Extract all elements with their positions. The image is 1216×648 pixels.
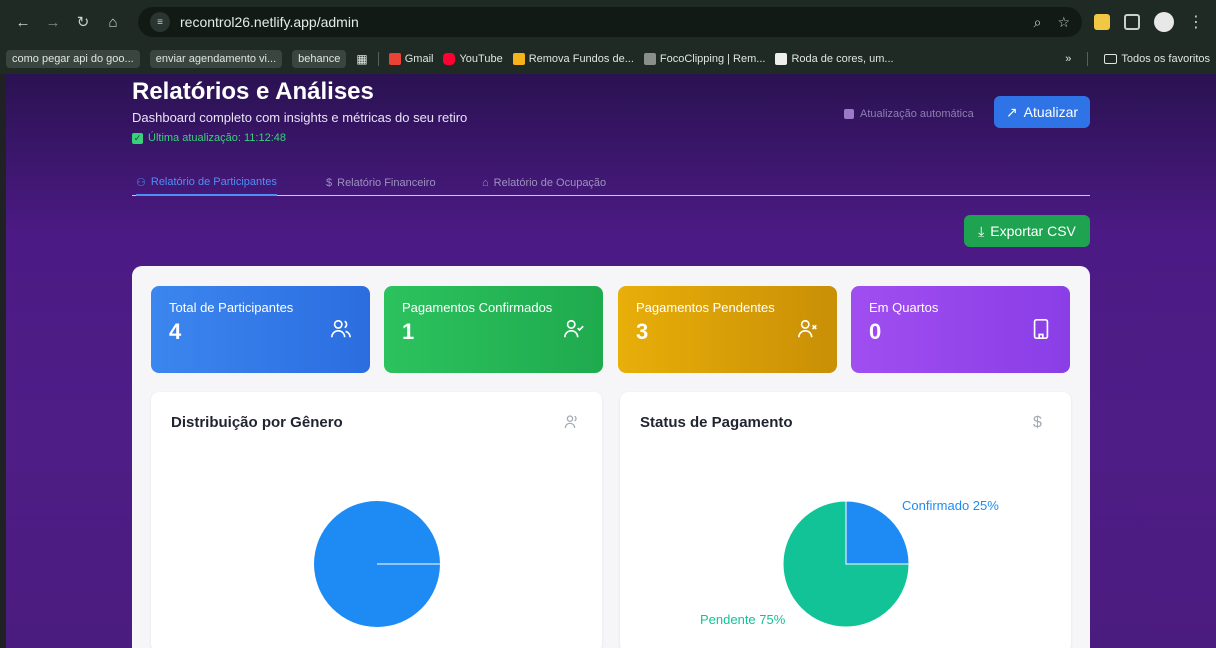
- download-icon: ⤓: [978, 222, 985, 239]
- admin-page: Relatórios e Análises Dashboard completo…: [6, 74, 1216, 648]
- bookmark-item[interactable]: Gmail: [388, 53, 433, 65]
- payment-status-card: Status de Pagamento $ Confirmado 25% Pen…: [620, 392, 1071, 648]
- tab-participants[interactable]: ⚇ Relatório de Participantes: [136, 170, 277, 196]
- apps-grid-icon[interactable]: ▦: [356, 52, 367, 66]
- dollar-icon: $: [326, 177, 333, 189]
- stat-value: 0: [869, 319, 882, 344]
- check-icon: ✓: [132, 132, 143, 144]
- gender-distribution-card: Distribuição por Gênero Não informado 10…: [151, 392, 602, 648]
- url-text: recontrol26.netlify.app/admin: [180, 14, 359, 30]
- report-tabs: ⚇ Relatório de Participantes $ Relatório…: [132, 170, 1090, 196]
- folder-icon: [1104, 54, 1118, 64]
- page-title: Relatórios e Análises: [132, 78, 374, 105]
- stat-card-pending: Pagamentos Pendentes 3: [618, 286, 837, 373]
- bookmark-item[interactable]: Remova Fundos de...: [512, 53, 634, 65]
- tab-occupancy[interactable]: ⌂ Relatório de Ocupação: [482, 170, 606, 196]
- gmail-icon: [388, 53, 401, 65]
- stat-card-rooms: Em Quartos 0: [851, 286, 1070, 373]
- pie-slice-confirmed: [845, 500, 910, 565]
- payment-pie-chart: [782, 500, 910, 628]
- stat-value: 1: [402, 319, 415, 344]
- tab-financial[interactable]: $ Relatório Financeiro: [326, 170, 436, 196]
- color-wheel-icon: [775, 53, 788, 65]
- home-icon: ⌂: [482, 177, 489, 189]
- bookmark-item[interactable]: YouTube: [443, 53, 503, 65]
- bookmark-item[interactable]: Roda de cores, um...: [775, 53, 894, 65]
- stat-label: Total de Participantes: [169, 300, 294, 315]
- bookmark-item[interactable]: FocoClipping | Rem...: [643, 53, 765, 65]
- back-icon[interactable]: ←: [12, 11, 34, 33]
- extension-icon[interactable]: [1094, 14, 1110, 30]
- stat-label: Pagamentos Confirmados: [402, 300, 553, 315]
- stat-label: Em Quartos: [869, 300, 939, 315]
- refresh-button[interactable]: ↗ Atualizar: [994, 96, 1090, 128]
- stat-value: 4: [169, 319, 182, 344]
- trending-up-icon: ↗: [1005, 103, 1018, 120]
- auto-update-toggle[interactable]: Atualização automática: [844, 108, 974, 120]
- stat-value: 3: [636, 319, 649, 344]
- divider: [377, 52, 379, 66]
- stat-label: Pagamentos Pendentes: [636, 300, 775, 315]
- zoom-icon[interactable]: ⌕: [1034, 14, 1042, 31]
- users-icon: ⚇: [136, 176, 146, 189]
- last-update-status: ✓ Última atualização: 11:12:48: [132, 132, 286, 144]
- forward-icon[interactable]: →: [42, 11, 64, 33]
- bookmarks-overflow-icon[interactable]: »: [1065, 53, 1071, 65]
- fococlipping-icon: [643, 53, 656, 65]
- bookmark-item[interactable]: behance: [292, 50, 347, 68]
- all-favorites-folder[interactable]: Todos os favoritos: [1104, 53, 1210, 65]
- browser-toolbar: ← → ↻ ⌂ ≡ recontrol26.netlify.app/admin …: [0, 0, 1216, 44]
- user-check-icon: [564, 319, 584, 338]
- bookmark-star-icon[interactable]: ☆: [1057, 14, 1070, 31]
- remove-bg-icon: [512, 53, 525, 65]
- site-settings-icon[interactable]: ≡: [150, 12, 170, 32]
- export-csv-button[interactable]: ⤓ Exportar CSV: [964, 215, 1090, 247]
- bookmark-item[interactable]: enviar agendamento vi...: [149, 50, 283, 68]
- stat-card-confirmed: Pagamentos Confirmados 1: [384, 286, 603, 373]
- home-icon[interactable]: ⌂: [102, 11, 124, 33]
- extensions-puzzle-icon[interactable]: [1124, 14, 1140, 30]
- user-x-icon: [798, 319, 817, 338]
- building-icon: [1033, 319, 1049, 339]
- gender-pie-chart: [314, 501, 440, 627]
- checkbox-icon[interactable]: [844, 109, 854, 119]
- report-panel: Total de Participantes 4 Pagamentos Conf…: [132, 266, 1090, 648]
- bookmarks-bar: como pegar api do goo... enviar agendame…: [0, 44, 1216, 74]
- page-subtitle: Dashboard completo com insights e métric…: [132, 110, 468, 125]
- youtube-icon: [443, 53, 456, 65]
- divider: [1087, 52, 1089, 66]
- menu-kebab-icon[interactable]: ⋮: [1188, 12, 1204, 32]
- stat-card-total: Total de Participantes 4: [151, 286, 370, 373]
- address-bar[interactable]: ≡ recontrol26.netlify.app/admin ⌕ ☆: [138, 7, 1082, 37]
- users-icon: [331, 319, 351, 338]
- bookmark-item[interactable]: como pegar api do goo...: [6, 50, 140, 68]
- reload-icon[interactable]: ↻: [72, 11, 94, 33]
- profile-avatar[interactable]: [1154, 12, 1174, 32]
